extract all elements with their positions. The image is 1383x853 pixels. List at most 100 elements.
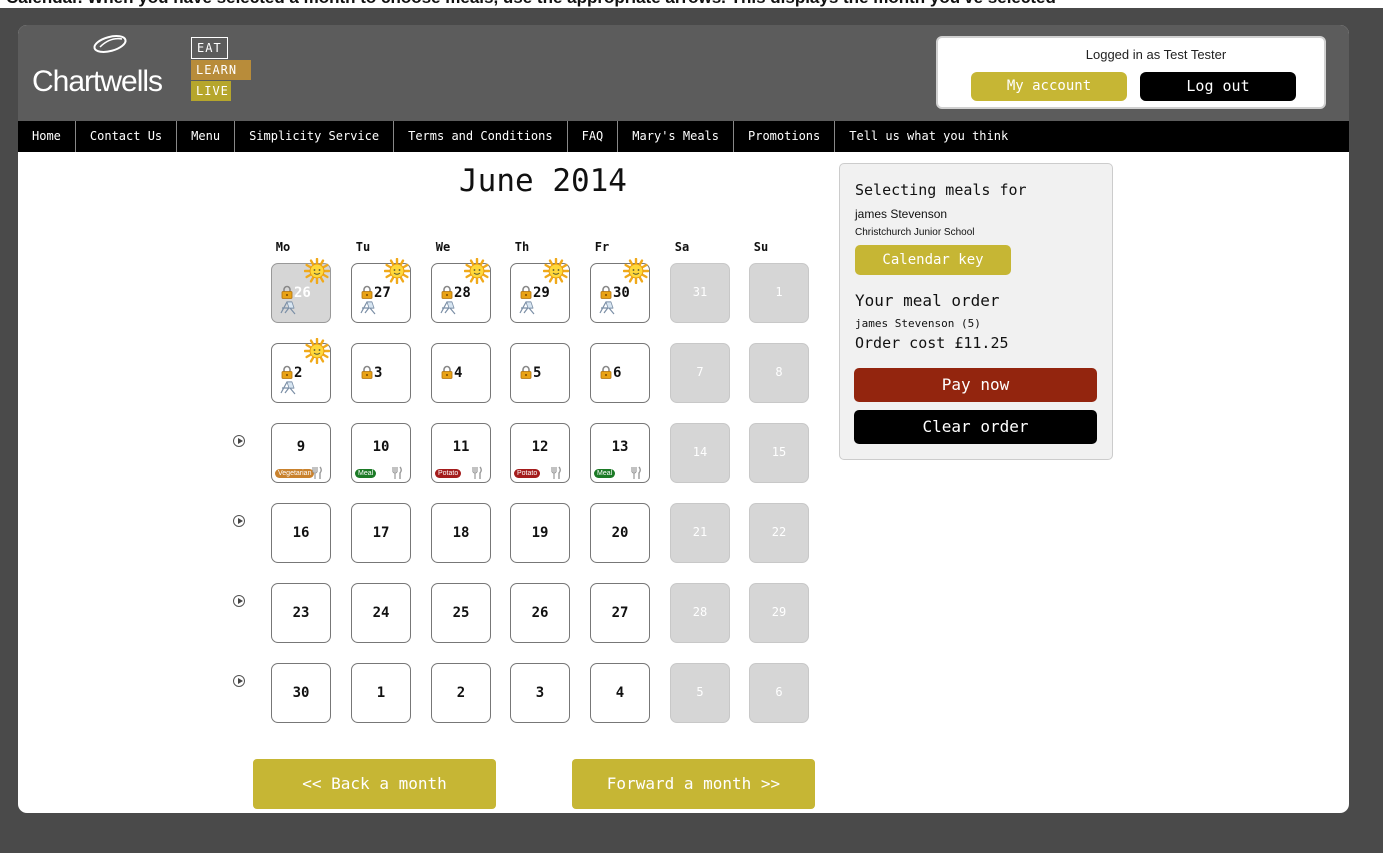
- calendar-day-cell[interactable]: 28: [431, 257, 491, 323]
- nav-menu[interactable]: Menu: [177, 121, 236, 152]
- calendar-day-cell[interactable]: 20: [590, 503, 650, 563]
- calendar-day-cell[interactable]: 6: [590, 343, 650, 403]
- calendar-day-cell[interactable]: 23: [271, 583, 331, 643]
- nav-simplicity-service[interactable]: Simplicity Service: [235, 121, 395, 152]
- calendar-day-cell[interactable]: 19: [510, 503, 570, 563]
- day-number: 24: [372, 605, 390, 621]
- calendar-day-cell[interactable]: 27: [351, 257, 411, 323]
- day-number: 21: [692, 525, 708, 539]
- calendar-day-cell[interactable]: 26: [271, 257, 331, 323]
- order-child: james Stevenson (5): [855, 317, 981, 330]
- calendar-day-cell[interactable]: 4: [590, 663, 650, 723]
- back-month-button[interactable]: << Back a month: [253, 759, 496, 809]
- lock-icon: [519, 284, 533, 299]
- deckchair-icon: [359, 299, 377, 315]
- lock-icon: [280, 284, 294, 299]
- lock-icon: [440, 364, 454, 379]
- meal-order-panel: Selecting meals for james Stevenson Chri…: [839, 163, 1113, 460]
- logout-button[interactable]: Log out: [1140, 72, 1296, 101]
- calendar-day-cell[interactable]: 12 Potato: [510, 423, 570, 483]
- calendar-day-cell[interactable]: 3: [510, 663, 570, 723]
- nav-faq[interactable]: FAQ: [568, 121, 619, 152]
- nav-feedback[interactable]: Tell us what you think: [835, 121, 1022, 152]
- week-select-arrow-icon[interactable]: [233, 435, 245, 447]
- calendar-day-cell[interactable]: 17: [351, 503, 411, 563]
- calendar-day-weekend: 22: [749, 503, 809, 563]
- day-number: 4: [454, 365, 463, 381]
- day-number: 13: [611, 439, 629, 455]
- calendar-day-cell[interactable]: 2: [431, 663, 491, 723]
- lock-icon: [280, 364, 294, 379]
- week-select-arrow-icon[interactable]: [233, 675, 245, 687]
- lock-icon: [360, 284, 374, 299]
- day-number: 1: [376, 685, 386, 701]
- chartwells-logo[interactable]: Chartwells: [32, 65, 163, 99]
- calendar-day-cell[interactable]: 3: [351, 343, 411, 403]
- nav-marys-meals[interactable]: Mary's Meals: [618, 121, 734, 152]
- calendar-day-cell[interactable]: 13 Meal: [590, 423, 650, 483]
- nav-promotions[interactable]: Promotions: [734, 121, 836, 152]
- day-number: 19: [531, 525, 549, 541]
- cutlery-icon: [390, 465, 404, 479]
- day-number: 23: [292, 605, 310, 621]
- calendar-day-cell[interactable]: 16: [271, 503, 331, 563]
- calendar-day-cell[interactable]: 27: [590, 583, 650, 643]
- selecting-title: Selecting meals for: [855, 181, 1027, 199]
- calendar-day-cell[interactable]: 30: [271, 663, 331, 723]
- order-cost: Order cost £11.25: [855, 334, 1009, 352]
- calendar-day-cell[interactable]: 1: [351, 663, 411, 723]
- deckchair-icon: [279, 379, 297, 395]
- nav-home[interactable]: Home: [18, 121, 76, 152]
- calendar-day-weekend: 21: [670, 503, 730, 563]
- cutlery-icon: [629, 465, 643, 479]
- calendar-day-cell[interactable]: 2: [271, 337, 331, 403]
- day-number: 17: [372, 525, 390, 541]
- calendar-day-cell[interactable]: 25: [431, 583, 491, 643]
- day-number: 1: [775, 285, 783, 299]
- day-number: 5: [533, 365, 542, 381]
- site-header: Chartwells EAT LEARN LIVE Logged in as T…: [18, 25, 1349, 121]
- day-number: 6: [613, 365, 622, 381]
- calendar-day-weekend: 5: [670, 663, 730, 723]
- school-name: Christchurch Junior School: [855, 227, 975, 238]
- my-account-button[interactable]: My account: [971, 72, 1127, 101]
- deckchair-icon: [439, 299, 457, 315]
- app-frame: Chartwells EAT LEARN LIVE Logged in as T…: [18, 25, 1349, 813]
- weekday-header: Su: [753, 240, 769, 254]
- calendar-day-cell[interactable]: 18: [431, 503, 491, 563]
- pay-now-button[interactable]: Pay now: [854, 368, 1097, 402]
- calendar-day-cell[interactable]: 10 Meal: [351, 423, 411, 483]
- forward-month-button[interactable]: Forward a month >>: [572, 759, 815, 809]
- calendar-day-cell[interactable]: 5: [510, 343, 570, 403]
- day-number: 22: [771, 525, 787, 539]
- weekday-header: Mo: [275, 240, 291, 254]
- day-number: 26: [531, 605, 549, 621]
- calendar-day-weekend: 8: [749, 343, 809, 403]
- day-number: 30: [292, 685, 310, 701]
- sun-holiday-icon: [622, 257, 650, 285]
- week-select-arrow-icon[interactable]: [233, 595, 245, 607]
- calendar-day-cell[interactable]: 26: [510, 583, 570, 643]
- calendar-day-cell[interactable]: 11 Potato: [431, 423, 491, 483]
- calendar-key-button[interactable]: Calendar key: [855, 245, 1011, 275]
- day-number: 9: [296, 439, 306, 455]
- meal-badge: Vegetarian: [275, 469, 315, 478]
- day-number: 29: [771, 605, 787, 619]
- clear-order-button[interactable]: Clear order: [854, 410, 1097, 444]
- day-number: 27: [611, 605, 629, 621]
- day-number: 16: [292, 525, 310, 541]
- sun-holiday-icon: [542, 257, 570, 285]
- calendar-day-cell[interactable]: 30: [590, 257, 650, 323]
- calendar-day-cell[interactable]: 4: [431, 343, 491, 403]
- calendar-day-cell[interactable]: 24: [351, 583, 411, 643]
- calendar-day-cell[interactable]: 29: [510, 257, 570, 323]
- day-number: 14: [692, 445, 708, 459]
- calendar-day-weekend: 28: [670, 583, 730, 643]
- day-number: 7: [696, 365, 704, 379]
- nav-contact-us[interactable]: Contact Us: [76, 121, 178, 152]
- calendar-day-weekend: 31: [670, 263, 730, 323]
- nav-terms[interactable]: Terms and Conditions: [394, 121, 568, 152]
- calendar-day-cell[interactable]: 9 Vegetarian: [271, 423, 331, 483]
- week-select-arrow-icon[interactable]: [233, 515, 245, 527]
- weekday-header: Th: [514, 240, 530, 254]
